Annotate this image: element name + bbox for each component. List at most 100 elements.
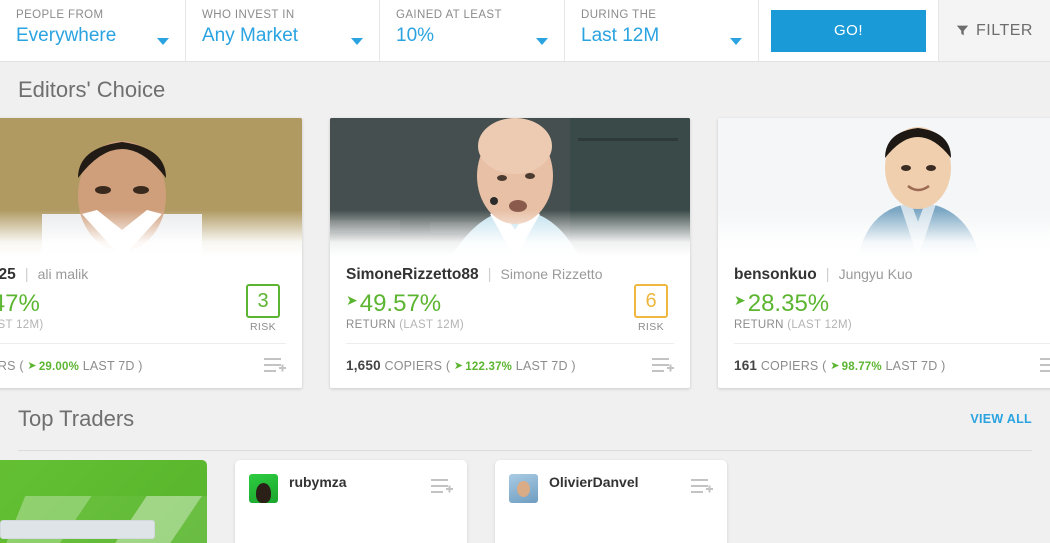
up-arrow-icon: ➤ — [734, 292, 746, 309]
up-arrow-icon: ➤ — [453, 360, 464, 373]
main-content: Editors' Choice defx525 | — [0, 62, 1050, 543]
copiers-count: 1,650 — [346, 358, 381, 374]
add-to-list-icon[interactable] — [431, 478, 453, 495]
return-word: RETURN — [346, 318, 396, 331]
trader-identity: bensonkuo | Jungyu Kuo — [734, 266, 1050, 284]
add-to-list-icon[interactable] — [264, 357, 286, 374]
filter-gained-at-least[interactable]: GAINED AT LEAST 10% — [380, 0, 565, 61]
chevron-down-icon[interactable] — [536, 38, 548, 45]
filter-value: Last 12M — [581, 25, 660, 46]
trader-card-body: SimoneRizzetto88 | Simone Rizzetto ➤ 49.… — [330, 256, 690, 333]
photo-fade-overlay — [718, 209, 1050, 256]
top-traders-header: Top Traders VIEW ALL — [0, 388, 1050, 450]
copiers-word: COPIERS ( — [0, 359, 24, 374]
trader-card[interactable]: SimoneRizzetto88 | Simone Rizzetto ➤ 49.… — [330, 118, 690, 388]
filter-label: PEOPLE FROM — [16, 9, 104, 21]
top-trader-card[interactable]: rubymza — [235, 460, 467, 543]
trader-card[interactable]: bensonkuo | Jungyu Kuo ➤ 28.35% RETURN (… — [718, 118, 1050, 388]
copiers-period: LAST 7D ) — [82, 359, 143, 374]
trader-photo — [718, 118, 1050, 256]
trader-return: ➤ 28.35% — [734, 290, 1050, 317]
top-trader-meta: rubymza — [289, 474, 420, 492]
trader-card-footer: 1,650 COPIERS ( ➤ 122.37% LAST 7D ) — [346, 342, 674, 388]
trader-return-value: 4.47% — [0, 289, 40, 317]
add-to-list-icon[interactable] — [691, 478, 713, 495]
name-separator: | — [487, 265, 492, 283]
copiers-count: 161 — [734, 358, 758, 374]
avatar — [509, 474, 538, 503]
trader-card-body: bensonkuo | Jungyu Kuo ➤ 28.35% RETURN (… — [718, 256, 1050, 331]
trader-identity: SimoneRizzetto88 | Simone Rizzetto — [346, 266, 674, 284]
return-word: RETURN — [734, 318, 784, 331]
avatar — [249, 474, 278, 503]
filter-people-from[interactable]: PEOPLE FROM Everywhere — [0, 0, 186, 61]
filter-during-the[interactable]: DURING THE Last 12M — [565, 0, 759, 61]
funnel-icon — [956, 25, 969, 36]
add-to-list-icon[interactable] — [1040, 357, 1050, 374]
risk-score: 6 — [634, 283, 668, 318]
go-button[interactable]: GO! — [771, 9, 926, 52]
trader-card-body: defx525 | ali malik ➤ 4.47% RN (LAST 12M… — [0, 256, 302, 333]
copiers-word: COPIERS ( — [384, 359, 451, 374]
add-to-list-icon[interactable] — [652, 357, 674, 374]
risk-badge: 6 RISK — [628, 283, 674, 333]
filter-value: 10% — [396, 25, 435, 46]
trader-return-value: 49.57% — [359, 289, 442, 317]
return-period: (LAST 12M) — [787, 318, 852, 331]
copiers-word: COPIERS ( — [760, 359, 827, 374]
chevron-down-icon[interactable] — [730, 38, 742, 45]
editors-choice-cards: defx525 | ali malik ➤ 4.47% RN (LAST 12M… — [0, 118, 1050, 388]
trader-card[interactable]: defx525 | ali malik ➤ 4.47% RN (LAST 12M… — [0, 118, 302, 388]
filter-value: Any Market — [202, 25, 299, 46]
filter-who-invest-in[interactable]: WHO INVEST IN Any Market — [186, 0, 380, 61]
trader-return: ➤ 49.57% — [346, 290, 674, 317]
filter-value: Everywhere — [16, 25, 117, 46]
risk-label: RISK — [249, 320, 277, 333]
photo-fade-overlay — [0, 209, 302, 256]
copiers-change: 122.37% — [465, 361, 513, 374]
trader-return-label: RETURN (LAST 12M) — [346, 319, 674, 331]
top-trader-meta: OlivierDanvel — [549, 474, 680, 492]
up-arrow-icon: ➤ — [830, 360, 840, 373]
trader-username: bensonkuo — [734, 265, 817, 283]
chevron-down-icon[interactable] — [157, 38, 169, 45]
trader-photo — [0, 118, 302, 256]
trader-card-footer: 161 COPIERS ( ➤ 98.77% LAST 7D ) — [734, 342, 1050, 388]
up-arrow-icon: ➤ — [27, 360, 37, 373]
filter-label: GAINED AT LEAST — [396, 9, 502, 21]
top-trader-username: rubymza — [289, 474, 347, 490]
copiers-change: 98.77% — [841, 361, 882, 374]
top-traders-title: Top Traders — [18, 406, 135, 431]
risk-badge: 3 RISK — [240, 283, 286, 333]
trader-username: SimoneRizzetto88 — [346, 265, 479, 283]
go-button-cell: GO! — [759, 0, 939, 61]
trader-fullname: Jungyu Kuo — [838, 265, 913, 282]
risk-score: 3 — [246, 283, 280, 318]
trader-identity: defx525 | ali malik — [0, 266, 286, 284]
copiers-info: COPIERS ( ➤29.00% LAST 7D ) — [0, 358, 143, 373]
editors-choice-header: Editors' Choice — [0, 62, 1050, 118]
view-all-link[interactable]: VIEW ALL — [970, 412, 1032, 426]
copiers-period: LAST 7D ) — [885, 359, 946, 374]
page-title: Editors' Choice — [18, 77, 166, 102]
filter-toggle-button[interactable]: FILTER — [939, 0, 1050, 61]
name-separator: | — [24, 265, 29, 283]
filter-bar: PEOPLE FROM Everywhere WHO INVEST IN Any… — [0, 0, 1050, 62]
top-trader-card[interactable]: OlivierDanvel — [495, 460, 727, 543]
return-period: (LAST 12M) — [0, 318, 44, 331]
filter-label: WHO INVEST IN — [202, 9, 295, 21]
filter-label: DURING THE — [581, 9, 657, 21]
trader-return-value: 28.35% — [747, 289, 830, 317]
trader-username: defx525 — [0, 265, 16, 283]
top-trader-username: OlivierDanvel — [549, 474, 639, 490]
trader-fullname: Simone Rizzetto — [500, 265, 603, 282]
top-traders-cards: rubymza OlivierDanvel — [0, 451, 1050, 543]
copiers-period: LAST 7D ) — [515, 359, 576, 374]
filter-toggle-label: FILTER — [976, 21, 1033, 39]
trader-return-label: RETURN (LAST 12M) — [734, 319, 1050, 331]
risk-label: RISK — [637, 320, 665, 333]
return-period: (LAST 12M) — [399, 318, 464, 331]
chevron-down-icon[interactable] — [351, 38, 363, 45]
copiers-info: 161 COPIERS ( ➤ 98.77% LAST 7D ) — [734, 358, 945, 373]
copiers-change: 29.00% — [38, 361, 80, 374]
